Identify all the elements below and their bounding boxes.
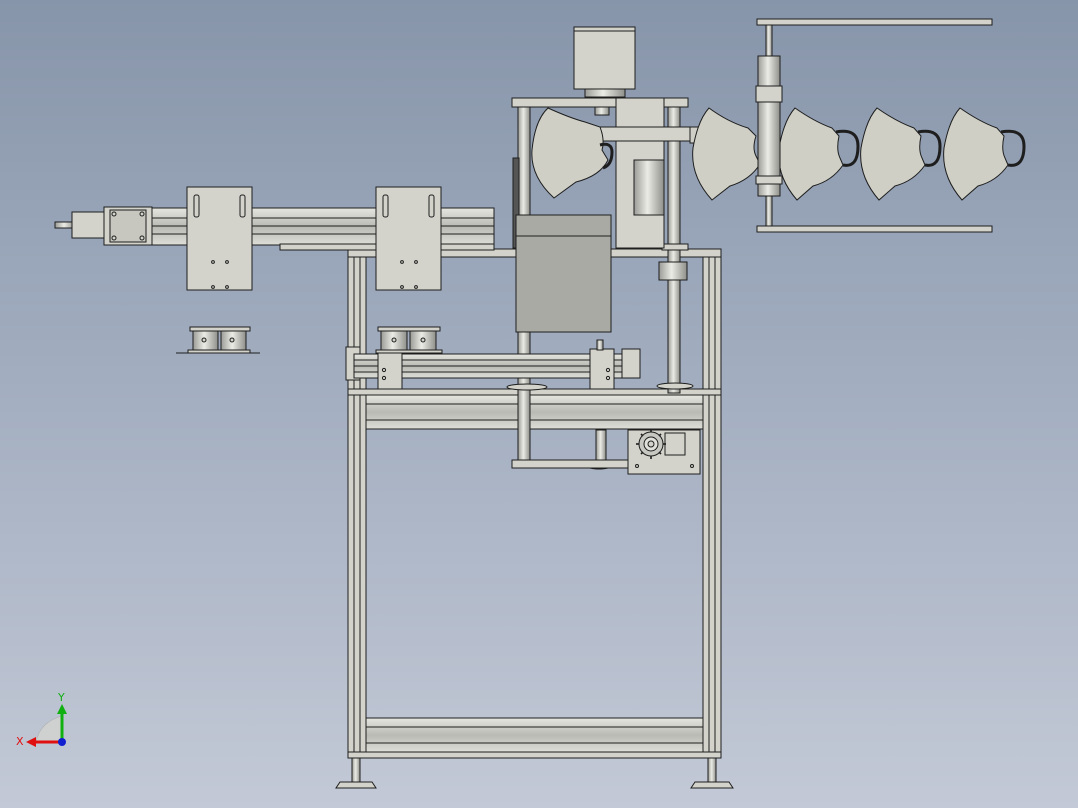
sprocket-bracket [627, 429, 701, 475]
mask-shape [778, 107, 860, 201]
frame-lower-crossbeam [365, 717, 704, 753]
y-axis-label: Y [57, 691, 65, 704]
mask-shape [860, 107, 942, 201]
y-axis-arrowhead [57, 704, 67, 714]
roller-unit-center [375, 326, 443, 354]
roller-unit-left [176, 326, 260, 354]
triad-plane-icon [35, 715, 63, 743]
cad-viewport[interactable]: Y X [0, 0, 1078, 808]
frame-upper-crossbeam [365, 394, 704, 430]
mask-shape [943, 107, 1026, 201]
leveling-foot-right [690, 757, 734, 789]
carriage-plate [375, 186, 442, 291]
upper-linear-module [54, 186, 495, 291]
leveling-foot-left [335, 757, 377, 789]
axis-triad: Y X [16, 691, 67, 748]
x-axis-label: X [16, 735, 24, 748]
press-block [515, 214, 612, 333]
machine-assembly-drawing: Y X [16, 18, 1026, 789]
top-motor [573, 26, 636, 90]
frame-right-post [702, 251, 722, 758]
z-axis-indicator [58, 738, 66, 746]
mask-shape [692, 107, 761, 201]
x-axis-arrowhead [26, 737, 36, 747]
frame-base-beam [347, 751, 722, 759]
mask-shape [531, 107, 614, 199]
frame-left-post [347, 251, 367, 758]
carriage-plate [186, 186, 253, 291]
